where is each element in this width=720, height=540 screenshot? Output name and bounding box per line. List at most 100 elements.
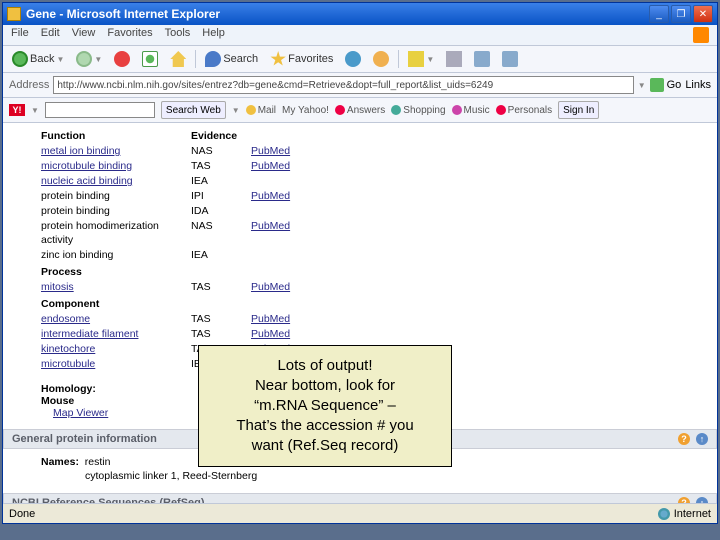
favorites-button[interactable]: Favorites bbox=[267, 49, 336, 69]
annotation-callout: Lots of output! Near bottom, look for “m… bbox=[198, 345, 452, 467]
pubmed-link bbox=[251, 129, 707, 143]
yahoo-shopping[interactable]: Shopping bbox=[391, 105, 445, 116]
yahoo-mail[interactable]: Mail bbox=[246, 105, 276, 116]
pubmed-link[interactable]: PubMed bbox=[251, 327, 707, 341]
pubmed-link bbox=[251, 204, 707, 218]
edit-button[interactable] bbox=[471, 49, 493, 69]
address-label: Address bbox=[9, 79, 49, 91]
go-term[interactable]: mitosis bbox=[41, 280, 191, 294]
pubmed-link[interactable]: PubMed bbox=[251, 312, 707, 326]
go-evidence: TAS bbox=[191, 327, 251, 341]
menubar: File Edit View Favorites Tools Help bbox=[3, 25, 717, 46]
discuss-icon bbox=[502, 51, 518, 67]
menu-edit[interactable]: Edit bbox=[41, 27, 60, 43]
mail-icon bbox=[408, 51, 424, 67]
go-evidence: IEA bbox=[191, 248, 251, 262]
go-evidence: TAS bbox=[191, 159, 251, 173]
star-icon bbox=[270, 51, 286, 67]
close-button[interactable]: ✕ bbox=[693, 5, 713, 23]
back-button[interactable]: Back▼ bbox=[9, 49, 67, 69]
map-viewer-link[interactable]: Map Viewer bbox=[53, 407, 108, 419]
maximize-button[interactable]: ❐ bbox=[671, 5, 691, 23]
info-icon[interactable]: ↑ bbox=[696, 497, 708, 503]
status-bar: Done Internet bbox=[3, 503, 717, 523]
page-content: FunctionEvidencemetal ion bindingNASPubM… bbox=[3, 123, 717, 503]
refresh-icon bbox=[142, 51, 158, 67]
go-evidence: IEA bbox=[191, 174, 251, 188]
go-term[interactable]: microtubule bbox=[41, 357, 191, 371]
help-icon[interactable]: ? bbox=[678, 497, 690, 503]
yahoo-personals[interactable]: Personals bbox=[496, 105, 552, 116]
go-evidence: NAS bbox=[191, 219, 251, 247]
app-icon bbox=[7, 7, 21, 21]
window-title: Gene - Microsoft Internet Explorer bbox=[26, 7, 649, 21]
go-term: protein homodimerization activity bbox=[41, 219, 191, 247]
msn-icon[interactable] bbox=[693, 27, 709, 43]
yahoo-music[interactable]: Music bbox=[452, 105, 490, 116]
minimize-button[interactable]: _ bbox=[649, 5, 669, 23]
go-term[interactable]: nucleic acid binding bbox=[41, 174, 191, 188]
yahoo-search-input[interactable] bbox=[45, 102, 155, 118]
go-term: protein binding bbox=[41, 204, 191, 218]
yahoo-signin[interactable]: Sign In bbox=[558, 101, 599, 119]
go-term[interactable]: microtubule binding bbox=[41, 159, 191, 173]
yahoo-search-button[interactable]: Search Web bbox=[161, 101, 226, 119]
go-evidence: TAS bbox=[191, 312, 251, 326]
help-icon[interactable]: ? bbox=[678, 433, 690, 445]
menu-help[interactable]: Help bbox=[202, 27, 225, 43]
forward-icon bbox=[76, 51, 92, 67]
address-bar: Address ▼ Go Links bbox=[3, 73, 717, 98]
go-evidence: NAS bbox=[191, 144, 251, 158]
homology-label: Homology: bbox=[41, 383, 96, 395]
yahoo-answers[interactable]: Answers bbox=[335, 105, 385, 116]
forward-button[interactable]: ▼ bbox=[73, 49, 105, 69]
address-input[interactable] bbox=[53, 76, 633, 94]
homology-mouse: Mouse bbox=[41, 395, 74, 407]
menu-favorites[interactable]: Favorites bbox=[107, 27, 152, 43]
media-button[interactable] bbox=[342, 49, 364, 69]
discuss-button[interactable] bbox=[499, 49, 521, 69]
go-evidence: IPI bbox=[191, 189, 251, 203]
stop-button[interactable] bbox=[111, 49, 133, 69]
mail-button[interactable]: ▼ bbox=[405, 49, 437, 69]
go-evidence: TAS bbox=[191, 280, 251, 294]
search-icon bbox=[205, 51, 221, 67]
stop-icon bbox=[114, 51, 130, 67]
menu-file[interactable]: File bbox=[11, 27, 29, 43]
yahoo-my[interactable]: My Yahoo! bbox=[282, 105, 329, 116]
titlebar: Gene - Microsoft Internet Explorer _ ❐ ✕ bbox=[3, 3, 717, 25]
refresh-button[interactable] bbox=[139, 49, 161, 69]
pubmed-link[interactable]: PubMed bbox=[251, 144, 707, 158]
pubmed-link bbox=[251, 174, 707, 188]
go-evidence: IDA bbox=[191, 204, 251, 218]
band-refseq: NCBI Reference Sequences (RefSeq) ?↑ bbox=[3, 493, 717, 503]
pubmed-link[interactable]: PubMed bbox=[251, 219, 707, 247]
info-icon[interactable]: ↑ bbox=[696, 433, 708, 445]
history-button[interactable] bbox=[370, 49, 392, 69]
toolbar: Back▼ ▼ Search Favorites ▼ bbox=[3, 46, 717, 73]
media-icon bbox=[345, 51, 361, 67]
menu-view[interactable]: View bbox=[72, 27, 96, 43]
yahoo-icon[interactable]: Y! bbox=[9, 104, 25, 116]
go-term[interactable]: intermediate filament bbox=[41, 327, 191, 341]
pubmed-link[interactable]: PubMed bbox=[251, 189, 707, 203]
status-text: Done bbox=[9, 508, 658, 520]
address-dropdown[interactable]: ▼ bbox=[638, 81, 646, 90]
home-icon bbox=[170, 51, 186, 67]
go-term[interactable]: kinetochore bbox=[41, 342, 191, 356]
pubmed-link bbox=[251, 248, 707, 262]
home-button[interactable] bbox=[167, 49, 189, 69]
edit-icon bbox=[474, 51, 490, 67]
menu-tools[interactable]: Tools bbox=[165, 27, 191, 43]
pubmed-link[interactable]: PubMed bbox=[251, 280, 707, 294]
zone-indicator: Internet bbox=[658, 508, 711, 520]
go-term: protein binding bbox=[41, 189, 191, 203]
go-button[interactable]: Go bbox=[650, 78, 682, 92]
search-button[interactable]: Search bbox=[202, 49, 261, 69]
pubmed-link[interactable]: PubMed bbox=[251, 159, 707, 173]
go-term[interactable]: endosome bbox=[41, 312, 191, 326]
go-icon bbox=[650, 78, 664, 92]
links-label[interactable]: Links bbox=[685, 79, 711, 91]
print-button[interactable] bbox=[443, 49, 465, 69]
go-term[interactable]: metal ion binding bbox=[41, 144, 191, 158]
